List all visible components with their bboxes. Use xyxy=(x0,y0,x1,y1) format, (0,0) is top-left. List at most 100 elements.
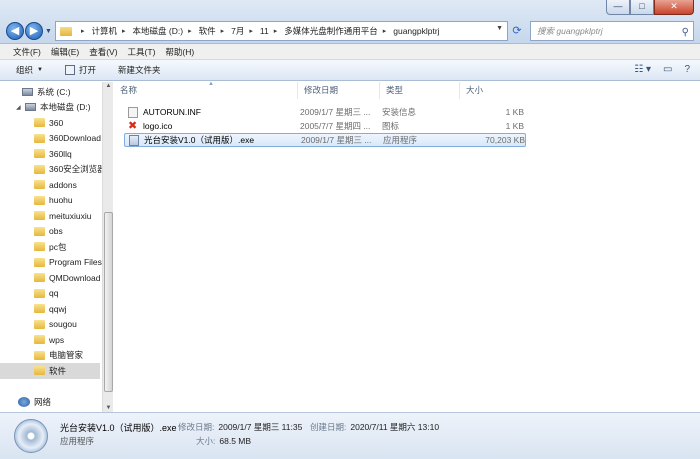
breadcrumb-current[interactable]: guangpklptrj xyxy=(393,26,439,36)
drive-icon xyxy=(22,87,33,96)
view-controls: ☷ ▾ ▭ ? xyxy=(634,64,690,75)
tree-item-label: sougou xyxy=(49,319,77,330)
open-button[interactable]: 打开 xyxy=(64,64,96,76)
search-placeholder: 搜索 guangpklptrj xyxy=(537,26,603,36)
column-header-type[interactable]: 类型 xyxy=(380,82,460,99)
tree-item-qmdownload[interactable]: QMDownload xyxy=(0,270,101,286)
arrow-right-icon: ▶ xyxy=(29,25,39,37)
tree-item-program-files[interactable]: Program Files xyxy=(0,255,102,271)
breadcrumb-computer[interactable]: 计算机 ▸ xyxy=(92,25,131,37)
details-created-value: 2020/7/11 星期六 13:10 xyxy=(350,422,440,432)
details-size-label: 大小: xyxy=(196,436,216,446)
details-modified: 修改日期: 2009/1/7 星期三 11:35 xyxy=(178,421,302,433)
tree-item-pc-manager[interactable]: 电脑管家 xyxy=(0,348,100,364)
chevron-right-icon: ▸ xyxy=(382,28,387,35)
column-header-date[interactable]: 修改日期 xyxy=(298,82,380,99)
folder-icon xyxy=(34,335,45,345)
breadcrumb-11[interactable]: 11 ▸ xyxy=(260,26,282,36)
table-row-selected[interactable]: 光台安装V1.0（试用版）.exe 2009/1/7 星期三 ... 应用程序 … xyxy=(124,133,526,147)
folder-icon xyxy=(34,242,45,252)
organize-button[interactable]: 组织 ▼ xyxy=(16,64,43,76)
menu-edit[interactable]: 编辑(E) xyxy=(46,44,84,59)
tree-item-addons[interactable]: addons xyxy=(0,177,100,193)
preview-pane-icon[interactable]: ▭ xyxy=(663,64,672,75)
address-bar[interactable]: ▸ 计算机 ▸ 本地磁盘 (D:) ▸ 软件 ▸ 7月 ▸ 11 ▸ 多媒体光盘制作通用平… xyxy=(55,21,508,41)
details-file-name: 光台安装V1.0（试用版）.exe xyxy=(60,423,177,433)
tree-item-system-drive[interactable]: 系统 (C:) xyxy=(0,84,100,100)
search-icon[interactable]: ⚲ xyxy=(682,24,689,42)
scrollbar-thumb[interactable] xyxy=(104,212,113,392)
tree-item-label: 网络 xyxy=(34,396,52,407)
tree-item-pc-package[interactable]: pc包 xyxy=(0,239,100,255)
file-type: 安装信息 xyxy=(382,107,417,117)
back-button[interactable]: ◀ xyxy=(6,22,24,40)
chevron-right-icon: ▸ xyxy=(220,28,225,35)
drive-icon xyxy=(25,103,36,112)
tree-item-label: qqwj xyxy=(49,303,67,314)
folder-icon xyxy=(34,180,45,190)
new-folder-label: 新建文件夹 xyxy=(117,65,161,75)
open-label: 打开 xyxy=(78,65,96,75)
tree-item-sougou[interactable]: sougou xyxy=(0,317,100,333)
search-input[interactable]: 搜索 guangpklptrj ⚲ xyxy=(530,21,694,41)
view-options-icon[interactable]: ☷ ▾ xyxy=(634,64,651,75)
breadcrumb-label: guangpklptrj xyxy=(393,26,440,36)
tree-item-wps[interactable]: wps xyxy=(0,332,100,348)
tree-item-360browser[interactable]: 360安全浏览器 xyxy=(0,162,106,178)
menu-help[interactable]: 帮助(H) xyxy=(160,44,199,59)
table-row[interactable]: ✖ logo.ico 2005/7/7 星期四 ... 图标 1 KB xyxy=(124,119,526,133)
details-size: 大小: 68.5 MB xyxy=(196,435,251,447)
chevron-down-icon[interactable]: ▼ xyxy=(496,25,503,32)
tree-item-360download[interactable]: 360Download xyxy=(0,131,101,147)
tree-item-meituxiuxiu[interactable]: meituxiuxiu xyxy=(0,208,100,224)
new-folder-button[interactable]: 新建文件夹 xyxy=(118,64,161,76)
tree-item-360llq[interactable]: 360llq xyxy=(0,146,100,162)
help-icon[interactable]: ? xyxy=(684,64,690,75)
menu-file[interactable]: 文件(F) xyxy=(8,44,46,59)
network-icon xyxy=(18,396,30,407)
organize-label: 组织 xyxy=(16,65,34,75)
tree-item-qq[interactable]: qq xyxy=(0,286,100,302)
maximize-button[interactable]: □ xyxy=(630,0,654,15)
tree-item-network[interactable]: 网络 xyxy=(0,394,100,410)
tree-item-obs[interactable]: obs xyxy=(0,224,100,240)
breadcrumb-local-drive[interactable]: 本地磁盘 (D:) ▸ xyxy=(133,25,197,37)
file-name-cell: AUTORUN.INF xyxy=(124,106,300,118)
tree-item-label: obs xyxy=(49,226,63,237)
tree-item-local-drive[interactable]: ◢ 本地磁盘 (D:) xyxy=(0,100,100,116)
breadcrumb-july[interactable]: 7月 ▸ xyxy=(231,25,258,37)
folder-icon xyxy=(60,26,72,36)
scroll-down-icon[interactable]: ▼ xyxy=(104,405,113,411)
column-header-size[interactable]: 大小 xyxy=(460,82,518,99)
recent-pages-dropdown[interactable]: ▼ xyxy=(45,28,52,35)
folder-icon xyxy=(34,195,45,205)
column-header-name[interactable]: 名称 xyxy=(114,82,298,99)
breadcrumb-software[interactable]: 软件 ▸ xyxy=(199,25,230,37)
refresh-icon[interactable]: ⟳ xyxy=(510,24,524,38)
tree-item-label: 360 xyxy=(49,117,64,128)
details-modified-label: 修改日期: xyxy=(178,422,215,432)
file-type: 应用程序 xyxy=(383,135,418,145)
breadcrumb-platform[interactable]: 多媒体光盘制作通用平台 ▸ xyxy=(284,25,391,37)
tree-item-label: addons xyxy=(49,179,77,190)
tree-item-360[interactable]: 360 xyxy=(0,115,100,131)
folder-icon xyxy=(34,257,45,267)
minimize-button[interactable]: — xyxy=(606,0,630,15)
crumb-separator: ▸ xyxy=(81,28,85,35)
forward-button[interactable]: ▶ xyxy=(25,22,43,40)
tree-item-qqwj[interactable]: qqwj xyxy=(0,301,100,317)
details-created: 创建日期: 2020/7/11 星期六 13:10 xyxy=(310,421,439,433)
menu-bar: 文件(F) 编辑(E) 查看(V) 工具(T) 帮助(H) xyxy=(0,44,700,60)
file-list: 名称 修改日期 类型 大小 ▲ AUTORUN.INF 2009/1/7 星期三… xyxy=(114,81,700,412)
expand-arrow-icon[interactable]: ◢ xyxy=(16,104,22,111)
table-row[interactable]: AUTORUN.INF 2009/1/7 星期三 ... 安装信息 1 KB xyxy=(124,105,526,119)
tree-item-huohu[interactable]: huohu xyxy=(0,193,100,209)
close-button[interactable]: ✕ xyxy=(654,0,694,15)
navigation-scrollbar[interactable]: ▲ ▼ xyxy=(102,82,113,412)
tree-item-label: 系统 (C:) xyxy=(37,86,71,97)
tree-item-software[interactable]: 软件 xyxy=(0,363,100,379)
folder-icon xyxy=(34,133,45,143)
menu-view[interactable]: 查看(V) xyxy=(84,44,122,59)
scroll-up-icon[interactable]: ▲ xyxy=(104,83,113,89)
menu-tools[interactable]: 工具(T) xyxy=(123,44,161,59)
